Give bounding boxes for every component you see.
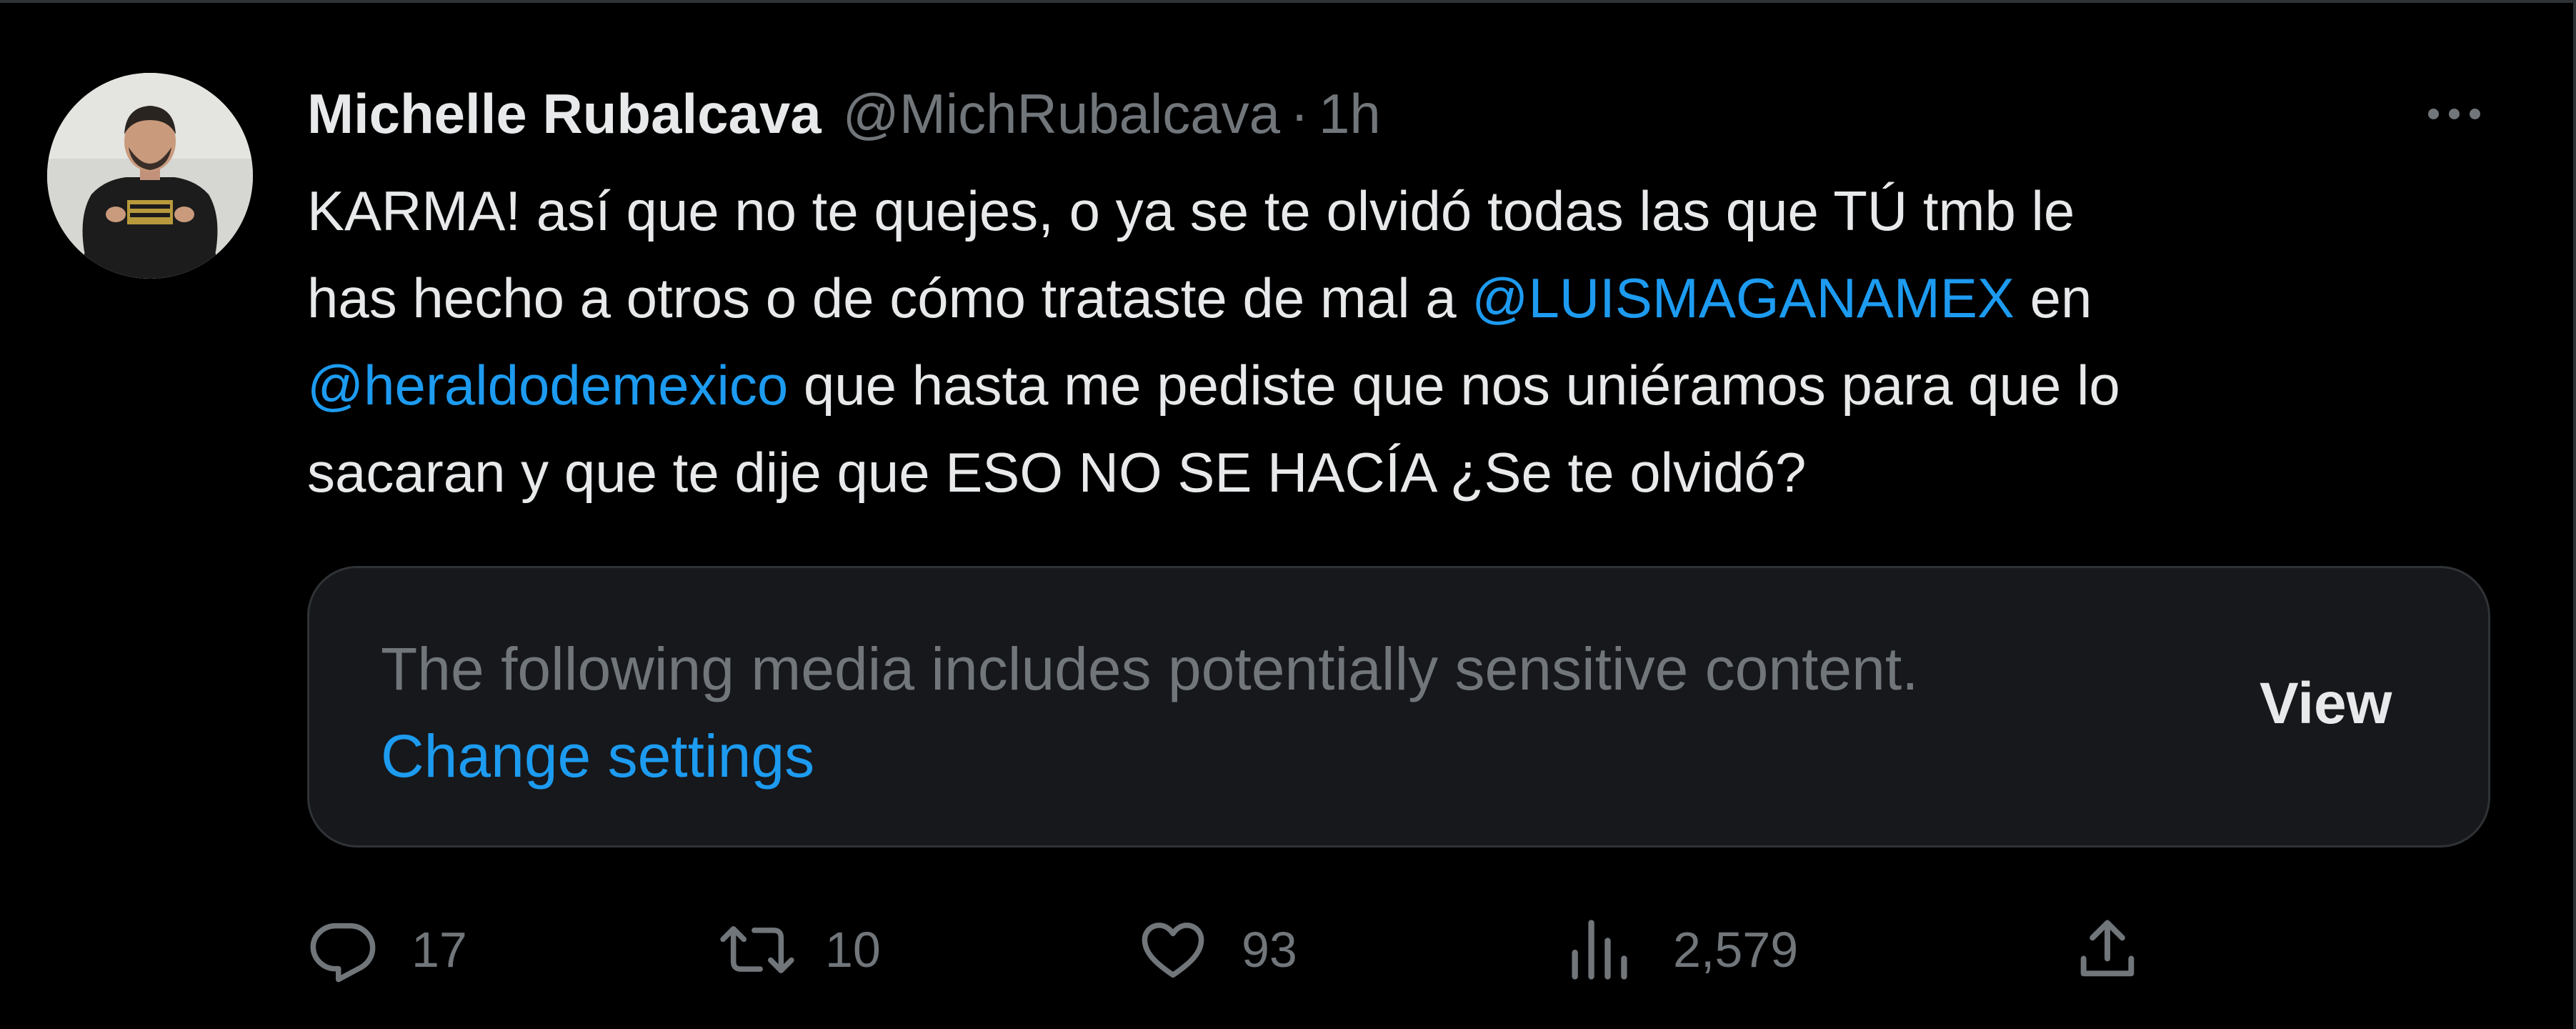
tweet-actions-bar: 17 10 93 2,579 [307,910,2522,989]
tweet-container[interactable]: Michelle Rubalcava @MichRubalcava · 1h K… [0,0,2576,1029]
reply-button[interactable]: 17 [307,910,467,989]
tweet-text-segment: en [2014,267,2092,329]
view-media-button[interactable]: View [2260,668,2392,740]
avatar-image [47,73,253,279]
mention-link[interactable]: @heraldodemexico [307,354,788,417]
like-count: 93 [1242,922,1297,978]
more-options-button[interactable] [2415,89,2493,139]
like-button[interactable]: 93 [1137,910,1297,989]
retweet-button[interactable]: 10 [718,910,881,989]
retweet-count: 10 [825,922,881,978]
tweet-text: KARMA! así que no te quejes, o ya se te … [307,167,2500,516]
mention-link[interactable]: @LUISMAGANAMEX [1472,267,2015,329]
tweet-header: Michelle Rubalcava @MichRubalcava · 1h [307,81,1381,146]
tweet-text-line: KARMA! así que no te quejes, o ya se te … [307,167,2500,254]
tweet-text-line: @heraldodemexico que hasta me pediste qu… [307,342,2500,429]
tweet-timestamp[interactable]: 1h [1319,81,1381,146]
share-button[interactable] [2072,910,2143,989]
reply-count: 17 [411,922,467,978]
analytics-icon [1572,920,1627,980]
more-dot-icon [2427,108,2439,119]
views-count: 2,579 [1673,922,1799,978]
tweet-text-line: sacaran y que te dije que ESO NO SE HACÍ… [307,429,2500,516]
author-handle[interactable]: @MichRubalcava [843,81,1280,146]
more-dot-icon [2469,108,2480,119]
sensitive-media-message: The following media includes potentially… [381,635,1919,702]
reply-icon [310,923,376,983]
avatar[interactable] [47,73,253,279]
change-settings-link[interactable]: Change settings [381,712,1919,800]
heart-icon [1142,923,1204,978]
sensitive-media-text: The following media includes potentially… [381,625,1919,800]
tweet-text-segment: que hasta me pediste que nos uniéramos p… [788,354,2120,417]
author-display-name[interactable]: Michelle Rubalcava [307,81,822,146]
tweet-text-segment: has hecho a otros o de cómo trataste de … [307,267,1472,329]
tweet-text-segment: KARMA! así que no te quejes, o ya se te … [307,179,2075,242]
header-separator: · [1290,81,1309,145]
views-button[interactable]: 2,579 [1563,910,1798,989]
retweet-icon [720,926,794,973]
sensitive-media-warning: The following media includes potentially… [307,566,2490,847]
share-icon [2080,920,2135,977]
tweet-text-segment: sacaran y que te dije que ESO NO SE HACÍ… [307,441,1807,504]
tweet-text-line: has hecho a otros o de cómo trataste de … [307,254,2500,342]
more-dot-icon [2448,108,2460,119]
